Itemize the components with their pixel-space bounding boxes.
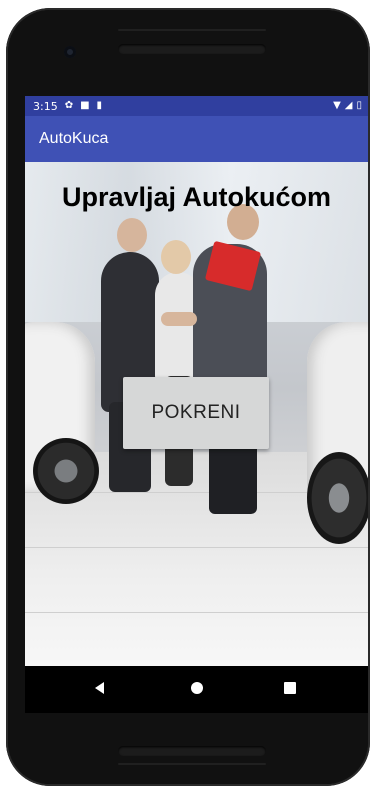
status-time: 3:15 xyxy=(33,99,58,113)
status-right-icons: ▼ ◢ ▯ xyxy=(333,100,362,111)
status-bar: 3:15 ✿ ■ ▮ ▼ ◢ ▯ xyxy=(25,96,368,116)
wifi-icon: ▼ xyxy=(333,100,341,111)
page-title: Upravljaj Autokućom xyxy=(61,182,332,212)
recents-icon[interactable] xyxy=(284,682,296,694)
top-speaker xyxy=(118,44,266,54)
bottom-speaker xyxy=(118,746,266,756)
background-handshake xyxy=(161,312,197,326)
app-bar: AutoKuca xyxy=(25,116,368,162)
start-button[interactable]: POKRENI xyxy=(123,377,269,449)
background-wheel-right xyxy=(307,452,368,544)
floor-tile-line xyxy=(25,612,368,613)
back-icon[interactable] xyxy=(95,682,104,694)
sim-icon: ■ xyxy=(80,100,90,111)
battery-icon: ▯ xyxy=(356,100,362,111)
signal-icon: ◢ xyxy=(344,100,353,111)
home-icon[interactable] xyxy=(191,682,203,694)
front-camera xyxy=(64,46,76,58)
background-person-2-head xyxy=(161,240,191,274)
main-content: Upravljaj Autokućom POKRENI xyxy=(25,162,368,666)
top-edge-line xyxy=(118,29,266,31)
background-person-1-head xyxy=(117,218,147,252)
app-title: AutoKuca xyxy=(39,130,109,147)
sd-card-icon: ▮ xyxy=(96,100,103,111)
settings-icon: ✿ xyxy=(64,100,74,111)
bottom-edge-line xyxy=(118,763,266,765)
background-wheel-left xyxy=(33,438,99,504)
floor-tile-line xyxy=(25,547,368,548)
navigation-bar xyxy=(25,666,368,713)
device-screen: 3:15 ✿ ■ ▮ ▼ ◢ ▯ AutoKuca Upravljaj Auto… xyxy=(25,96,368,713)
